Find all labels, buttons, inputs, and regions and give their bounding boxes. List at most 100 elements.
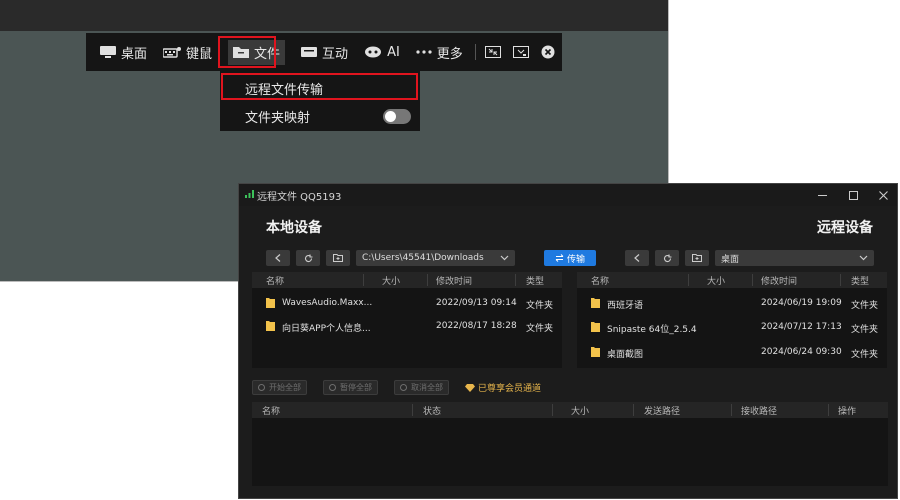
transfer-list: 名称 状态 大小 发送路径 接收路径 操作 [252,402,888,486]
start-all-button[interactable]: 开始全部 [252,380,307,395]
toolbar-more-label: 更多 [436,46,463,62]
menu-item-remote-file-transfer[interactable]: 远程文件传输 [220,74,420,102]
column-header[interactable]: 类型 [851,274,869,287]
maximize-button[interactable] [838,184,868,206]
remote-back-button[interactable] [625,250,649,266]
toolbar-file-button[interactable]: 文件 [220,33,293,71]
close-circle-icon [541,45,555,59]
column-header[interactable]: 修改时间 [436,274,472,287]
toolbar-keyboard-mouse-label: 键鼠 [186,46,213,62]
window-title: 远程文件 QQ5193 [257,192,342,203]
toolbar-file-label: 文件 [254,46,281,62]
column-header[interactable]: 修改时间 [761,274,797,287]
cancel-all-label: 取消全部 [411,383,443,392]
remote-path-select[interactable]: 桌面 [715,250,874,266]
file-dropdown-menu: 远程文件传输 文件夹映射 [220,71,420,131]
swap-arrows-icon [555,254,564,262]
transfer-button[interactable]: 传输 [544,250,596,266]
remote-refresh-button[interactable] [655,250,679,266]
column-divider [752,274,753,286]
folder-icon [266,321,275,331]
remote-new-folder-button[interactable] [685,250,709,266]
file-name: 桌面截图 [607,350,644,360]
file-modified: 2022/09/13 09:14 [436,298,517,308]
new-folder-icon [692,254,702,262]
local-refresh-button[interactable] [296,250,320,266]
chevron-down-icon [500,255,509,261]
disconnect-button[interactable] [535,33,562,71]
local-path-text: C:\Users\45541\Downloads [362,253,484,263]
local-back-button[interactable] [266,250,290,266]
toolbar-keyboard-mouse-button[interactable]: 键鼠 [155,33,220,71]
local-device-title: 本地设备 [266,220,322,236]
file-type: 文件夹 [851,301,879,311]
folder-icon [591,347,600,357]
file-type: 文件夹 [851,325,879,335]
refresh-icon [304,254,312,262]
toggle-knob [385,111,396,122]
new-folder-icon [333,254,343,262]
column-header[interactable]: 名称 [591,274,609,287]
file-type: 文件夹 [526,324,554,334]
shrink-button[interactable] [480,33,507,71]
toolbar-ai-label: AI [387,44,400,60]
folder-mapping-toggle[interactable] [383,109,411,124]
table-row[interactable]: 向日葵APP个人信息... 2022/08/17 18:28 文件夹 [252,315,562,337]
signal-icon [245,190,254,198]
toolbar-more-button[interactable]: 更多 [408,33,471,71]
column-divider [363,274,364,286]
toolbar-interact-button[interactable]: 互动 [293,33,356,71]
column-header[interactable]: 操作 [838,404,856,417]
minimize-icon [817,194,827,196]
table-row[interactable]: WavesAudio.Maxx... 2022/09/13 09:14 文件夹 [252,292,562,314]
file-name: Snipaste 64位_2.5.4 [607,325,697,335]
table-row[interactable]: 桌面截图 2024/06/24 09:30 文件夹 [577,341,887,363]
chat-icon [301,47,318,57]
table-row[interactable]: 西班牙语 2024/06/19 19:09 文件夹 [577,292,887,314]
column-divider [515,274,516,286]
file-modified: 2024/06/24 09:30 [761,347,842,357]
column-divider [828,404,829,416]
column-divider [427,274,428,286]
folder-icon [591,322,600,332]
minimize-button[interactable] [807,184,837,206]
pause-all-button[interactable]: 暂停全部 [323,380,378,395]
toolbar-desktop-button[interactable]: 桌面 [86,33,155,71]
column-header[interactable]: 状态 [423,404,441,417]
pause-icon [329,384,336,391]
column-divider [688,274,689,286]
column-header[interactable]: 大小 [707,274,725,287]
column-header[interactable]: 接收路径 [741,404,777,417]
column-header[interactable]: 大小 [571,404,589,417]
close-icon [878,190,888,200]
folder-icon [591,298,600,308]
cancel-all-button[interactable]: 取消全部 [394,380,449,395]
file-type: 文件夹 [851,350,879,360]
file-name: 西班牙语 [607,301,644,311]
chevron-left-icon [275,254,281,262]
local-path-select[interactable]: C:\Users\45541\Downloads [356,250,515,266]
menu-item-remote-file-transfer-label: 远程文件传输 [245,82,324,98]
remote-top-bar [0,0,668,31]
transfer-button-label: 传输 [566,254,585,265]
column-divider [412,404,413,416]
column-header[interactable]: 名称 [266,274,284,287]
screen-switch-button[interactable] [507,33,534,71]
start-all-label: 开始全部 [269,383,301,392]
monitor-icon [100,46,116,58]
table-row[interactable]: Snipaste 64位_2.5.4 2024/07/12 17:13 文件夹 [577,316,887,338]
toolbar-ai-button[interactable]: AI [356,33,408,71]
column-header[interactable]: 大小 [382,274,400,287]
column-header[interactable]: 类型 [526,274,544,287]
local-new-folder-button[interactable] [326,250,350,266]
chevron-down-icon [859,255,868,261]
transfer-list-header: 名称 状态 大小 发送路径 接收路径 操作 [252,402,888,418]
menu-item-folder-mapping[interactable]: 文件夹映射 [220,102,420,130]
close-button[interactable] [868,184,898,206]
column-header[interactable]: 发送路径 [644,404,680,417]
maximize-icon [848,190,858,200]
file-name: 向日葵APP个人信息... [282,324,371,334]
play-icon [258,384,265,391]
vip-channel-badge: 已尊享会员通道 [465,381,541,394]
column-header[interactable]: 名称 [262,404,280,417]
